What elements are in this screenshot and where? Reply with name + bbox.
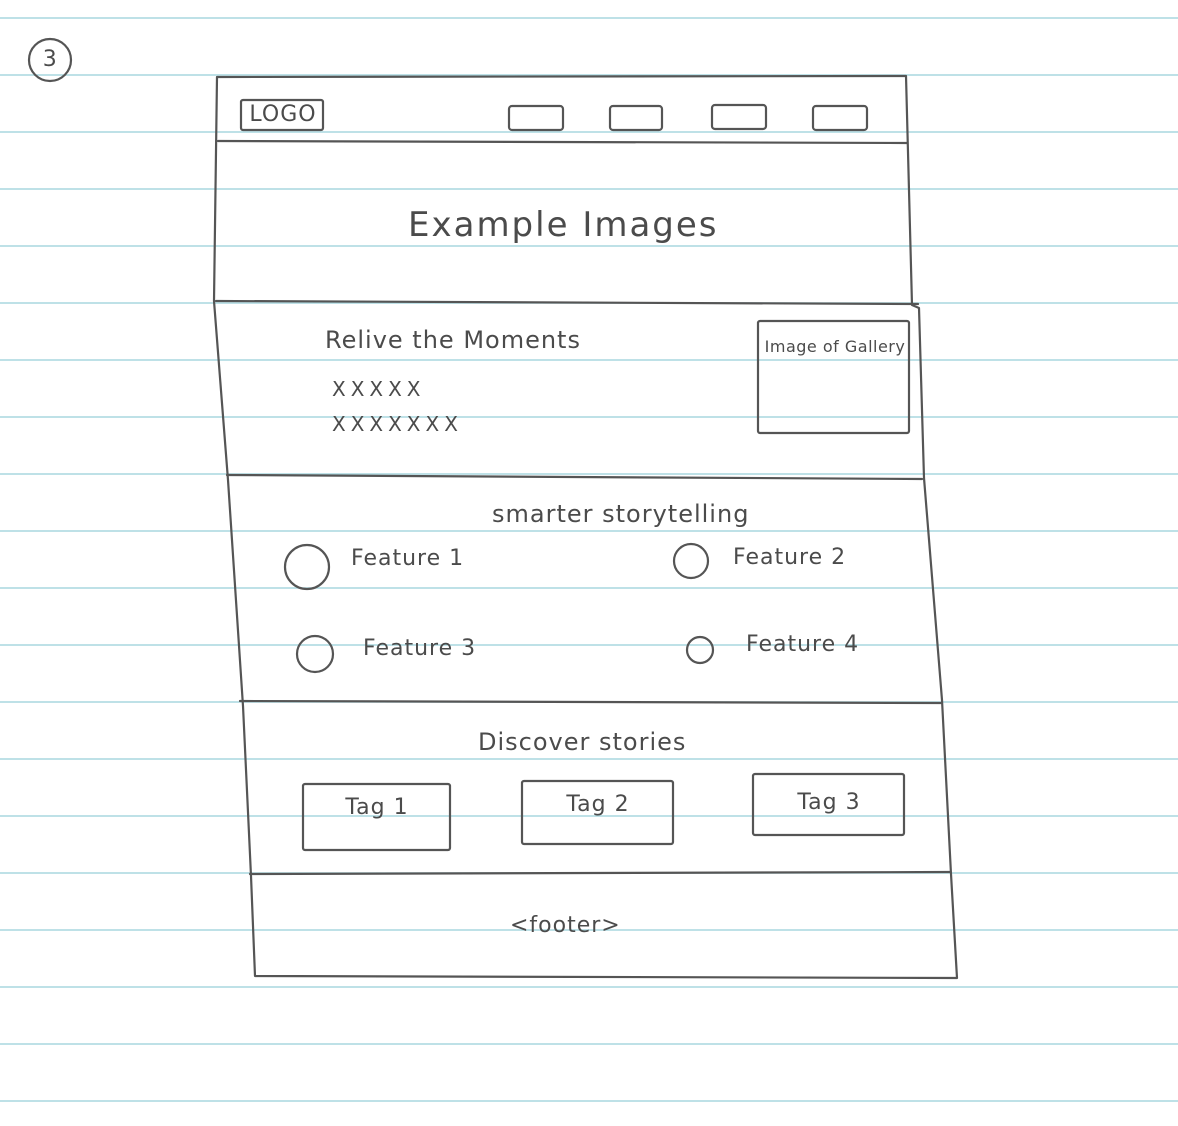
intro-placeholder-line-2: XXXXXXX: [332, 412, 463, 436]
feature-2-label: Feature 2: [733, 545, 847, 570]
tag-2-label[interactable]: Tag 2: [523, 792, 673, 817]
nav-box-2[interactable]: [608, 104, 664, 132]
intro-placeholder-line-1: XXXXX: [332, 377, 426, 401]
page-number: 3: [42, 47, 58, 72]
wireframe-sketch: [27, 37, 959, 980]
footer-label: <footer>: [510, 913, 621, 938]
feature-1-icon: [283, 543, 331, 591]
feature-2-icon: [672, 542, 710, 580]
feature-4-icon: [685, 635, 715, 665]
logo-label: LOGO: [249, 102, 317, 127]
hero-divider: [214, 299, 920, 306]
tag-3-label[interactable]: Tag 3: [754, 790, 904, 815]
nav-box-4[interactable]: [811, 104, 869, 132]
feature-4-label: Feature 4: [746, 632, 860, 657]
nav-box-1[interactable]: [507, 104, 565, 132]
nav-box-3[interactable]: [710, 103, 768, 131]
header-divider: [216, 139, 909, 145]
features-heading: smarter storytelling: [492, 500, 750, 528]
stories-divider: [248, 870, 952, 876]
hero-title: Example Images: [408, 205, 719, 245]
feature-3-icon: [295, 634, 335, 674]
intro-divider: [225, 473, 924, 481]
stories-heading: Discover stories: [478, 728, 687, 756]
features-divider: [238, 699, 943, 705]
tag-1-label[interactable]: Tag 1: [304, 795, 450, 820]
intro-heading: Relive the Moments: [325, 326, 581, 354]
feature-1-label: Feature 1: [351, 546, 465, 571]
gallery-image-label: Image of Gallery: [764, 337, 906, 356]
feature-3-label: Feature 3: [363, 636, 477, 661]
